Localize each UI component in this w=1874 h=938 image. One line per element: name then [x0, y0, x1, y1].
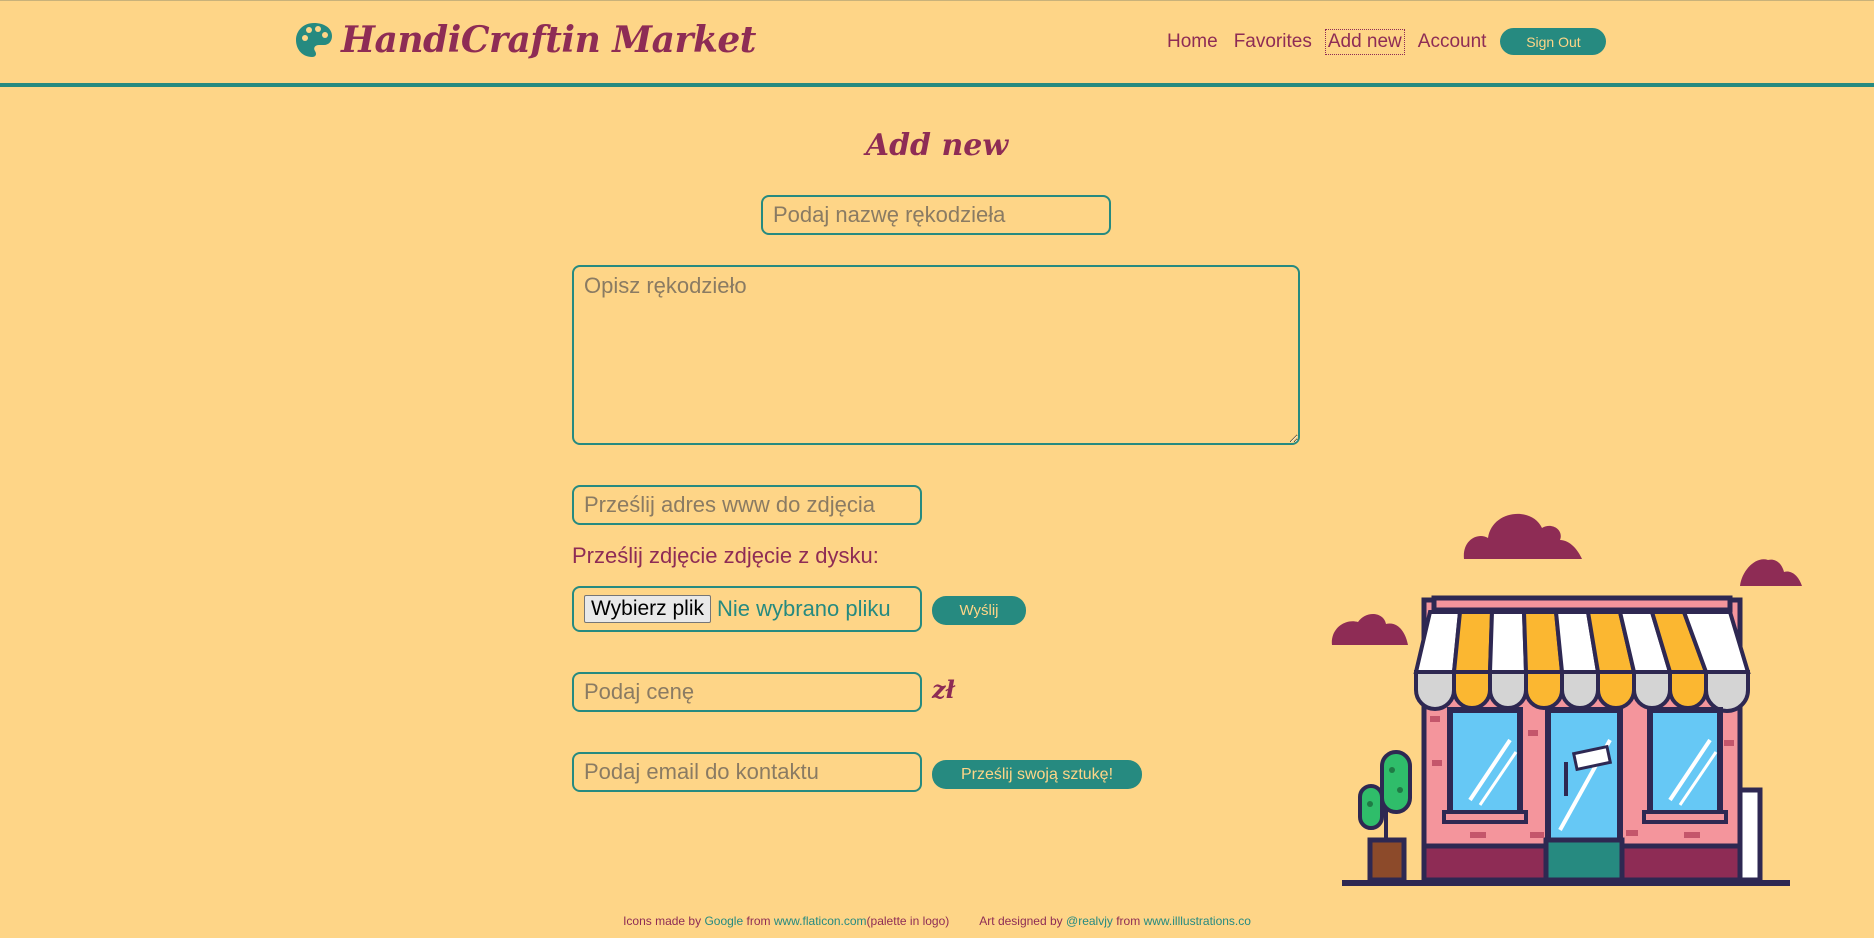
site-header: HandiCraftin Market Home Favorites Add n…: [0, 1, 1874, 87]
page-title: Add new: [865, 128, 1009, 163]
icons-author-link[interactable]: Google: [704, 914, 743, 928]
shop-illustration: [1331, 513, 1802, 886]
art-credit-prefix: Art designed by: [979, 914, 1063, 928]
craft-name-input[interactable]: [761, 195, 1111, 235]
flaticon-link[interactable]: www.flaticon.com: [774, 914, 867, 928]
nav-favorites[interactable]: Favorites: [1231, 29, 1315, 55]
icons-credit-prefix: Icons made by: [623, 914, 702, 928]
submit-button[interactable]: Prześlij swoją sztukę!: [932, 760, 1142, 789]
illustrations-link[interactable]: www.illlustrations.co: [1144, 914, 1251, 928]
upload-button[interactable]: Wyślij: [932, 596, 1026, 625]
icons-note: (palette in logo): [866, 914, 950, 928]
disk-upload-label: Prześlij zdjęcie zdjęcie z dysku:: [572, 543, 879, 568]
image-url-input[interactable]: [572, 485, 922, 525]
email-input[interactable]: [572, 752, 922, 792]
price-input[interactable]: [572, 672, 922, 712]
nav-account[interactable]: Account: [1415, 29, 1490, 55]
currency-label: zł: [932, 675, 955, 704]
nav-home[interactable]: Home: [1164, 29, 1221, 55]
choose-file-button[interactable]: Wybierz plik: [584, 595, 711, 623]
nav-add-new[interactable]: Add new: [1324, 28, 1405, 55]
logo[interactable]: HandiCraftin Market: [295, 19, 756, 61]
sign-out-button[interactable]: Sign Out: [1500, 28, 1607, 55]
file-picker: Wybierz plik Nie wybrano pliku: [572, 586, 922, 632]
palette-icon: [296, 23, 332, 57]
site-title: HandiCraftin Market: [341, 19, 756, 61]
file-status: Nie wybrano pliku: [717, 596, 891, 621]
icons-from: from: [746, 914, 771, 928]
main-nav: Home Favorites Add new Account Sign Out: [1164, 28, 1607, 55]
footer: Icons made by Google from www.flaticon.c…: [0, 914, 1874, 928]
description-textarea[interactable]: [572, 265, 1300, 445]
art-from: from: [1116, 914, 1141, 928]
art-author-link[interactable]: @realvjy: [1066, 914, 1113, 928]
